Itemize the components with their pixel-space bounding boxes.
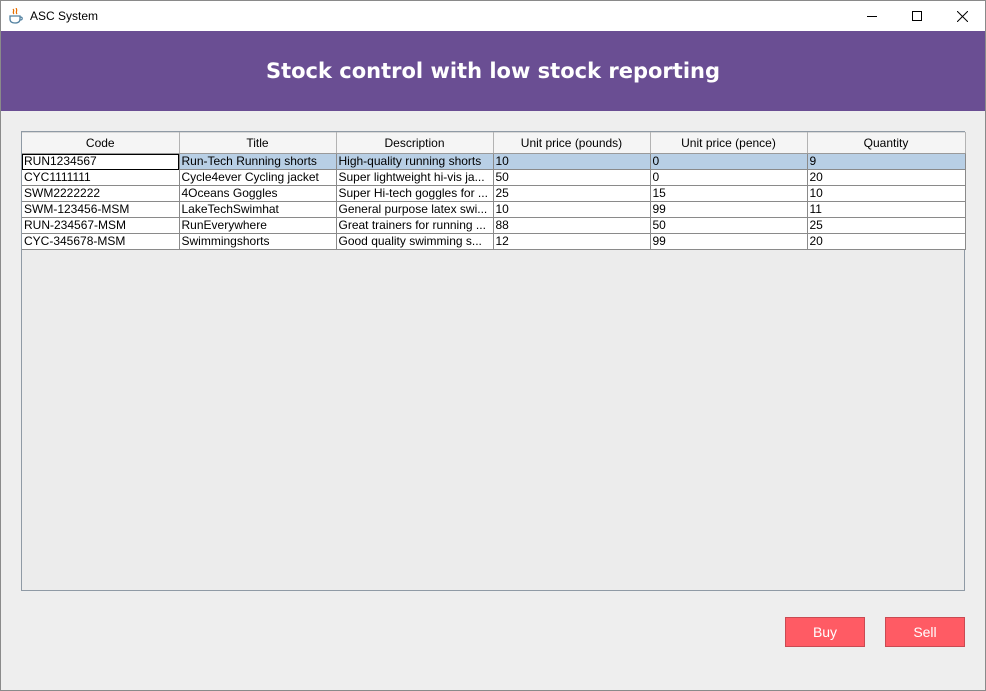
table-header-row: Code Title Description Unit price (pound… (22, 132, 966, 154)
cell-title[interactable]: Run-Tech Running shorts (179, 153, 337, 170)
table-row[interactable]: SWM2222222 4Oceans Goggles Super Hi-tech… (22, 185, 966, 202)
cell-unit-price-pence[interactable]: 50 (650, 217, 808, 234)
cell-unit-price-pence[interactable]: 99 (650, 201, 808, 218)
cell-code[interactable]: RUN1234567 (22, 153, 180, 170)
cell-unit-price-pence[interactable]: 0 (650, 169, 808, 186)
page-header: Stock control with low stock reporting (1, 31, 985, 111)
cell-quantity[interactable]: 11 (807, 201, 966, 218)
cell-quantity[interactable]: 10 (807, 185, 966, 202)
cell-quantity[interactable]: 20 (807, 233, 966, 250)
table-row[interactable]: SWM-123456-MSM LakeTechSwimhat General p… (22, 201, 966, 218)
cell-title[interactable]: RunEverywhere (179, 217, 337, 234)
minimize-button[interactable] (849, 1, 895, 31)
minimize-icon (867, 16, 877, 17)
cell-unit-price-pounds[interactable]: 25 (493, 185, 651, 202)
cell-description[interactable]: Great trainers for running ... (336, 217, 494, 234)
cell-description[interactable]: Super lightweight hi-vis ja... (336, 169, 494, 186)
close-icon (956, 10, 968, 22)
column-header-description[interactable]: Description (336, 132, 494, 154)
table-row[interactable]: RUN-234567-MSM RunEverywhere Great train… (22, 217, 966, 234)
cell-code[interactable]: CYC-345678-MSM (22, 233, 180, 250)
page-title: Stock control with low stock reporting (265, 59, 721, 83)
cell-unit-price-pounds[interactable]: 10 (493, 153, 651, 170)
cell-description[interactable]: General purpose latex swi... (336, 201, 494, 218)
buy-button[interactable]: Buy (785, 617, 865, 647)
cell-quantity[interactable]: 20 (807, 169, 966, 186)
cell-description[interactable]: High-quality running shorts (336, 153, 494, 170)
cell-unit-price-pounds[interactable]: 10 (493, 201, 651, 218)
stock-table: Code Title Description Unit price (pound… (22, 132, 966, 250)
column-header-unit-price-pence[interactable]: Unit price (pence) (650, 132, 808, 154)
column-header-unit-price-pounds[interactable]: Unit price (pounds) (493, 132, 651, 154)
sell-button[interactable]: Sell (885, 617, 965, 647)
cell-description[interactable]: Super Hi-tech goggles for ... (336, 185, 494, 202)
java-cup-icon (9, 7, 23, 24)
cell-code[interactable]: SWM-123456-MSM (22, 201, 180, 218)
maximize-icon (912, 11, 922, 21)
cell-unit-price-pounds[interactable]: 88 (493, 217, 651, 234)
cell-unit-price-pence[interactable]: 0 (650, 153, 808, 170)
close-button[interactable] (939, 1, 985, 31)
cell-quantity[interactable]: 9 (807, 153, 966, 170)
stock-table-panel[interactable]: Code Title Description Unit price (pound… (21, 131, 966, 591)
cell-unit-price-pence[interactable]: 15 (650, 185, 808, 202)
cell-title[interactable]: Cycle4ever Cycling jacket (179, 169, 337, 186)
cell-title[interactable]: LakeTechSwimhat (179, 201, 337, 218)
column-header-title[interactable]: Title (179, 132, 337, 154)
cell-description[interactable]: Good quality swimming s... (336, 233, 494, 250)
cell-unit-price-pounds[interactable]: 50 (493, 169, 651, 186)
table-row[interactable]: RUN1234567 Run-Tech Running shorts High-… (22, 153, 966, 170)
cell-title[interactable]: Swimmingshorts (179, 233, 337, 250)
column-header-quantity[interactable]: Quantity (807, 132, 966, 154)
cell-code[interactable]: CYC1111111 (22, 169, 180, 186)
cell-unit-price-pounds[interactable]: 12 (493, 233, 651, 250)
cell-code[interactable]: RUN-234567-MSM (22, 217, 180, 234)
column-header-code[interactable]: Code (22, 132, 180, 154)
maximize-button[interactable] (894, 1, 940, 31)
cell-unit-price-pence[interactable]: 99 (650, 233, 808, 250)
table-row[interactable]: CYC1111111 Cycle4ever Cycling jacket Sup… (22, 169, 966, 186)
app-window: ASC System Stock control with low stock … (0, 0, 986, 691)
window-title: ASC System (30, 9, 99, 23)
cell-quantity[interactable]: 25 (807, 217, 966, 234)
cell-title[interactable]: 4Oceans Goggles (179, 185, 337, 202)
table-row[interactable]: CYC-345678-MSM Swimmingshorts Good quali… (22, 233, 966, 250)
title-bar[interactable]: ASC System (1, 1, 985, 31)
cell-code[interactable]: SWM2222222 (22, 185, 180, 202)
